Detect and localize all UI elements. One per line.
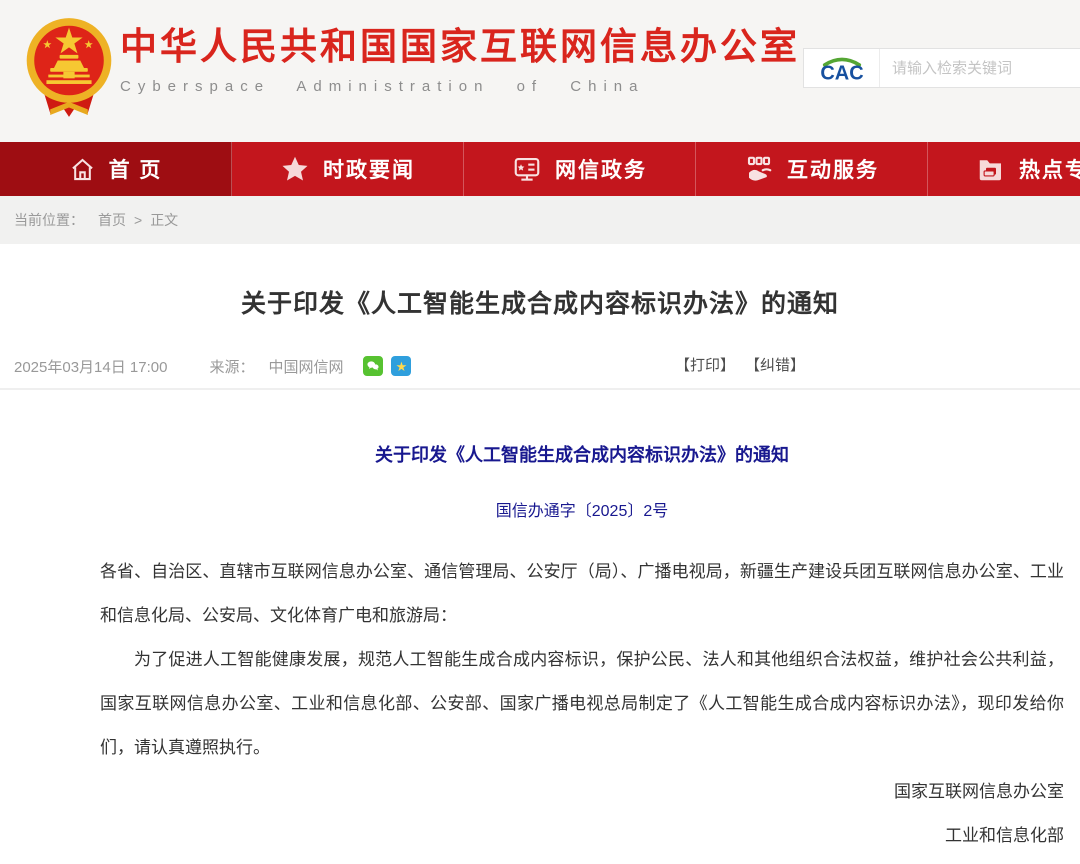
national-emblem-logo xyxy=(22,13,116,123)
nav-item-egov[interactable]: 网信政务 xyxy=(464,142,696,196)
nav-item-home[interactable]: 首 页 xyxy=(0,142,232,196)
document-number: 国信办通字〔2025〕2号 xyxy=(100,490,1064,534)
breadcrumb-separator: > xyxy=(134,212,142,228)
paragraph-main: 为了促进人工智能健康发展，规范人工智能生成合成内容标识，保护公民、法人和其他组织… xyxy=(100,638,1064,770)
cac-logo: CAC xyxy=(804,49,880,87)
source-label: 来源： xyxy=(209,356,254,377)
nav-item-label: 热点专题 xyxy=(1019,154,1080,184)
nav-item-label: 首 页 xyxy=(109,154,163,184)
signature-line: 公安部 xyxy=(100,858,1064,864)
search-box: CAC xyxy=(803,48,1080,88)
meta-divider xyxy=(0,388,1080,390)
page-title: 关于印发《人工智能生成合成内容标识办法》的通知 xyxy=(0,284,1080,320)
share-icons: ★ xyxy=(363,356,411,376)
wechat-share-icon[interactable] xyxy=(363,356,383,376)
nav-item-topics[interactable]: 热点专题 xyxy=(928,142,1080,196)
site-header: 中华人民共和国国家互联网信息办公室 Cyberspace Administrat… xyxy=(0,0,1080,142)
nav-item-label: 网信政务 xyxy=(555,154,647,184)
nav-item-label: 时政要闻 xyxy=(323,154,415,184)
error-correction-button[interactable]: 【纠错】 xyxy=(745,354,805,375)
signature-line: 国家互联网信息办公室 xyxy=(100,770,1064,814)
nav-item-interactive[interactable]: 互动服务 xyxy=(696,142,928,196)
nav-item-label: 互动服务 xyxy=(787,154,879,184)
breadcrumb-label: 当前位置： xyxy=(14,210,84,230)
paragraph-addressees: 各省、自治区、直辖市互联网信息办公室、通信管理局、公安厅（局）、广播电视局，新疆… xyxy=(100,550,1064,638)
article-meta-row: 2025年03月14日 17:00 来源： 中国网信网 ★ 【打印】 【纠错】 xyxy=(0,354,1080,378)
publish-date: 2025年03月14日 17:00 xyxy=(14,356,167,377)
folder-icon xyxy=(976,154,1006,184)
notice-paragraphs: 各省、自治区、直辖市互联网信息办公室、通信管理局、公安厅（局）、广播电视局，新疆… xyxy=(100,550,1064,770)
signature-line: 工业和信息化部 xyxy=(100,814,1064,858)
breadcrumb-current: 正文 xyxy=(150,210,178,230)
breadcrumb-home-link[interactable]: 首页 xyxy=(98,210,126,230)
star-icon xyxy=(280,154,310,184)
print-button[interactable]: 【打印】 xyxy=(675,354,735,375)
svg-text:CAC: CAC xyxy=(820,62,863,84)
home-icon xyxy=(69,156,96,183)
nav-item-news[interactable]: 时政要闻 xyxy=(232,142,464,196)
main-nav: 首 页 时政要闻 网信政务 xyxy=(0,142,1080,196)
breadcrumb: 当前位置： 首页 > 正文 xyxy=(0,196,1080,244)
notice-title: 关于印发《人工智能生成合成内容标识办法》的通知 xyxy=(100,442,1064,468)
qzone-share-icon[interactable]: ★ xyxy=(391,356,411,376)
monitor-icon xyxy=(512,154,542,184)
search-input[interactable] xyxy=(880,49,1080,87)
source-link[interactable]: 中国网信网 xyxy=(268,356,343,377)
article-body: 关于印发《人工智能生成合成内容标识办法》的通知 国信办通字〔2025〕2号 各省… xyxy=(0,442,1080,864)
signature-block: 国家互联网信息办公室 工业和信息化部 公安部 国家广播电视总局 2025年3月7… xyxy=(100,770,1064,864)
article-tools: 【打印】 【纠错】 xyxy=(675,354,805,375)
service-hands-icon xyxy=(744,154,774,184)
